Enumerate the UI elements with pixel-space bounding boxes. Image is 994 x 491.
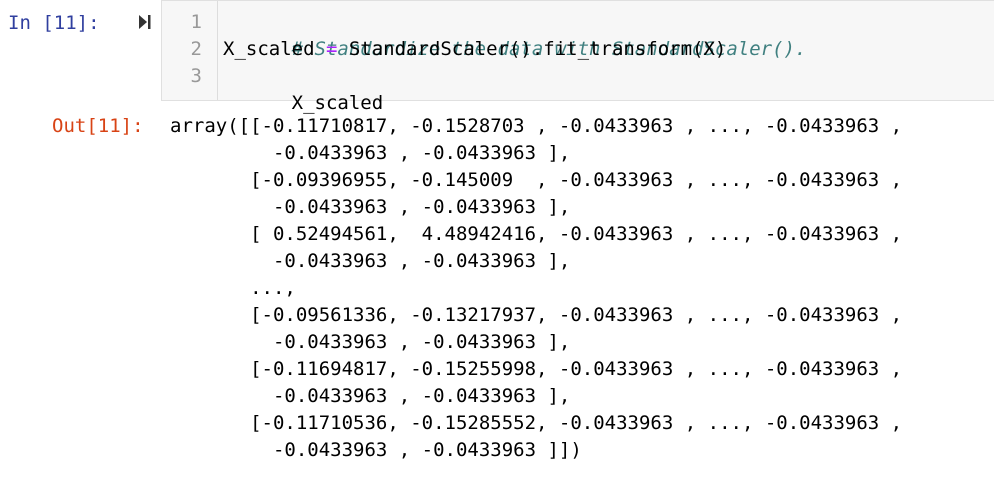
code-line-3: X_scaled (223, 63, 806, 114)
line-number: 2 (190, 38, 202, 60)
code-line-2: X_scaled = StandardScaler().fit_transfor… (223, 36, 806, 63)
output-line: -0.0433963 , -0.0433963 ], (170, 250, 571, 272)
output-line: [-0.09561336, -0.13217937, -0.0433963 , … (170, 304, 903, 326)
code-line-1: # Standardize the data with StandardScal… (223, 9, 807, 60)
input-prompt: In [11]: (8, 12, 100, 34)
output-prompt: Out[11]: (52, 115, 144, 137)
code-text: X_scaled (223, 38, 326, 60)
line-number-gutter: 1 2 3 (162, 9, 212, 90)
code-editor[interactable]: # Standardize the data with StandardScal… (223, 9, 807, 114)
gutter-divider (217, 1, 218, 100)
output-line: [-0.09396955, -0.145009 , -0.0433963 , .… (170, 169, 903, 191)
output-line: array([[-0.11710817, -0.1528703 , -0.043… (170, 115, 903, 137)
output-line: -0.0433963 , -0.0433963 ], (170, 331, 571, 353)
code-input-area[interactable]: 1 2 3 # Standardize the data with Standa… (161, 0, 994, 114)
line-number: 3 (190, 65, 202, 87)
output-line: -0.0433963 , -0.0433963 ], (170, 142, 571, 164)
code-operator: = (325, 38, 338, 60)
output-line: -0.0433963 , -0.0433963 ], (170, 385, 571, 407)
output-line: [ 0.52494561, 4.48942416, -0.0433963 , .… (170, 223, 903, 245)
output-line: [-0.11694817, -0.15255998, -0.0433963 , … (170, 358, 903, 380)
line-number: 1 (190, 11, 202, 33)
output-line: -0.0433963 , -0.0433963 ]]) (170, 439, 582, 461)
code-text: StandardScaler().fit_transform(X) (337, 38, 727, 60)
code-text: X_scaled (291, 92, 384, 114)
output-line: [-0.11710536, -0.15285552, -0.0433963 , … (170, 412, 903, 434)
cell-output: array([[-0.11710817, -0.1528703 , -0.043… (170, 113, 902, 464)
output-line: -0.0433963 , -0.0433963 ], (170, 196, 571, 218)
run-to-cursor-icon[interactable] (138, 12, 152, 32)
output-line: ..., (170, 277, 296, 299)
